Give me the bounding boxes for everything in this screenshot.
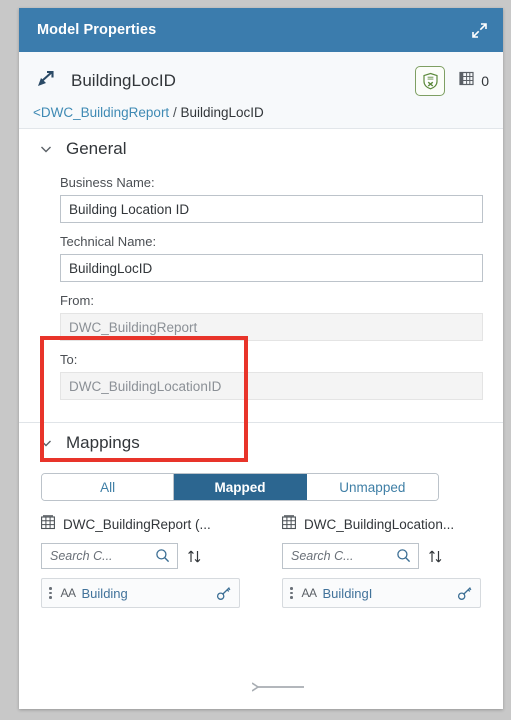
- search-icon[interactable]: [396, 548, 411, 568]
- technical-name-input[interactable]: [60, 254, 483, 282]
- key-icon[interactable]: [457, 585, 473, 601]
- target-column-item[interactable]: AA BuildingI: [282, 578, 481, 608]
- target-entity-label: DWC_BuildingLocation...: [304, 516, 455, 532]
- target-search-input[interactable]: [283, 545, 388, 567]
- chevron-down-icon[interactable]: [39, 142, 53, 156]
- record-count-value: 0: [481, 73, 489, 89]
- filter-tab-mapped[interactable]: Mapped: [174, 474, 307, 500]
- business-name-input[interactable]: [60, 195, 483, 223]
- target-search-row: [282, 543, 481, 569]
- mapping-connector-line: [251, 680, 304, 699]
- panel-titlebar: Model Properties: [19, 8, 503, 52]
- breadcrumb-parent-link[interactable]: <DWC_BuildingReport: [33, 105, 169, 120]
- to-field-group: To:: [60, 352, 483, 400]
- source-column-label: Building: [81, 585, 128, 601]
- association-arrow-icon: [33, 67, 57, 96]
- panel-title: Model Properties: [37, 22, 157, 38]
- string-type-icon: AA: [301, 586, 318, 600]
- target-search-box[interactable]: [282, 543, 419, 569]
- table-grid-icon: [282, 515, 296, 533]
- mappings-section-title: Mappings: [66, 433, 140, 452]
- record-count-group: 0: [459, 71, 489, 91]
- target-entity-header: DWC_BuildingLocation...: [282, 514, 481, 534]
- to-label: To:: [60, 352, 78, 367]
- shield-validation-icon[interactable]: [415, 66, 446, 96]
- from-label: From:: [60, 293, 94, 308]
- source-search-row: [41, 543, 240, 569]
- general-section: General Business Name: Technical Name: F…: [19, 129, 503, 423]
- business-name-label: Business Name:: [60, 175, 155, 190]
- target-column-label: BuildingI: [322, 585, 373, 601]
- key-icon[interactable]: [216, 585, 232, 601]
- search-icon[interactable]: [155, 548, 170, 568]
- breadcrumb-current: BuildingLocID: [180, 105, 264, 120]
- mappings-section: Mappings All Mapped Unmapped DWC_Buildin…: [19, 423, 503, 622]
- screen-root: Model Properties BuildingLocID 0 <DWC_Bu…: [0, 0, 511, 720]
- mappings-section-body: All Mapped Unmapped DWC_BuildingReport (…: [19, 459, 503, 622]
- mapping-filter-tabs: All Mapped Unmapped: [41, 473, 439, 501]
- technical-name-label: Technical Name:: [60, 234, 157, 249]
- to-input: [60, 372, 483, 400]
- source-column-item[interactable]: AA Building: [41, 578, 240, 608]
- filter-tab-all[interactable]: All: [42, 474, 175, 500]
- source-entity-header: DWC_BuildingReport (...: [41, 514, 240, 534]
- table-icon: [459, 71, 474, 91]
- filter-tab-unmapped[interactable]: Unmapped: [306, 474, 438, 500]
- mappings-section-header[interactable]: Mappings: [19, 423, 503, 459]
- target-sort-icon[interactable]: [427, 548, 444, 565]
- breadcrumb: <DWC_BuildingReport / BuildingLocID: [33, 105, 489, 120]
- general-section-body: Business Name: Technical Name: From: To:: [19, 165, 503, 416]
- from-field-group: From:: [60, 293, 483, 341]
- expand-icon[interactable]: [465, 16, 493, 44]
- table-grid-icon: [41, 515, 55, 533]
- chevron-down-icon[interactable]: [39, 436, 53, 450]
- source-search-input[interactable]: [42, 545, 147, 567]
- breadcrumb-separator: /: [172, 105, 177, 120]
- mapping-target-column: DWC_BuildingLocation... Search C... AA B…: [282, 514, 481, 608]
- source-search-box[interactable]: [41, 543, 178, 569]
- general-section-header[interactable]: General: [19, 129, 503, 165]
- object-name: BuildingLocID: [71, 71, 176, 90]
- general-section-title: General: [66, 139, 127, 158]
- business-name-field-group: Business Name:: [60, 175, 483, 223]
- source-sort-icon[interactable]: [186, 548, 203, 565]
- model-properties-panel: Model Properties BuildingLocID 0 <DWC_Bu…: [19, 8, 503, 709]
- technical-name-field-group: Technical Name:: [60, 234, 483, 282]
- drag-handle-icon[interactable]: [287, 587, 296, 599]
- string-type-icon: AA: [60, 586, 77, 600]
- mapping-columns: DWC_BuildingReport (... Search C... AA B…: [41, 514, 483, 608]
- mapping-source-column: DWC_BuildingReport (... Search C... AA B…: [41, 514, 240, 608]
- from-input: [60, 313, 483, 341]
- source-entity-label: DWC_BuildingReport (...: [63, 516, 211, 532]
- object-header: BuildingLocID 0 <DWC_BuildingReport / Bu…: [19, 52, 503, 129]
- drag-handle-icon[interactable]: [46, 587, 55, 599]
